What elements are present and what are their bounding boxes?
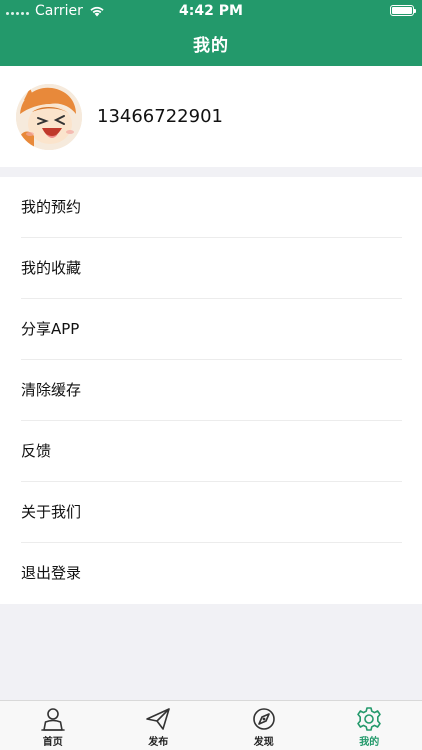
gear-icon (357, 707, 382, 731)
menu-item-share-app[interactable]: 分享APP (0, 299, 422, 360)
phone-number: 13466722901 (97, 106, 223, 127)
navigation-header: Carrier 4:42 PM 我的 (0, 0, 422, 66)
profile-card[interactable]: 13466722901 (0, 66, 422, 167)
paper-plane-icon (146, 708, 171, 730)
menu-item-about-us[interactable]: 关于我们 (0, 482, 422, 543)
battery-icon (390, 5, 416, 16)
tab-discover-label: 发现 (253, 737, 274, 748)
tab-publish[interactable]: 发布 (106, 701, 212, 750)
avatar-image (16, 84, 82, 150)
tab-discover[interactable]: 发现 (211, 701, 317, 750)
status-time: 4:42 PM (179, 3, 243, 19)
avatar[interactable] (16, 84, 82, 150)
menu-item-favorites[interactable]: 我的收藏 (0, 238, 422, 299)
tab-publish-label: 发布 (148, 737, 169, 748)
menu-item-appointments[interactable]: 我的预约 (0, 177, 422, 238)
menu-item-logout[interactable]: 退出登录 (0, 543, 422, 604)
tab-home[interactable]: 首页 (0, 701, 106, 750)
tab-mine[interactable]: 我的 (317, 701, 422, 750)
menu-item-clear-cache[interactable]: 清除缓存 (0, 360, 422, 421)
tab-mine-label: 我的 (359, 737, 380, 748)
tab-home-label: 首页 (42, 737, 63, 748)
home-person-icon (40, 708, 65, 731)
compass-icon (252, 708, 275, 730)
page-title: 我的 (193, 36, 229, 56)
menu-item-feedback[interactable]: 反馈 (0, 421, 422, 482)
status-bar: Carrier 4:42 PM (0, 0, 422, 22)
tab-bar: 首页 发布 发现 我的 (0, 700, 422, 750)
settings-menu: 我的预约 我的收藏 分享APP 清除缓存 反馈 关于我们 退出登录 (0, 177, 422, 604)
